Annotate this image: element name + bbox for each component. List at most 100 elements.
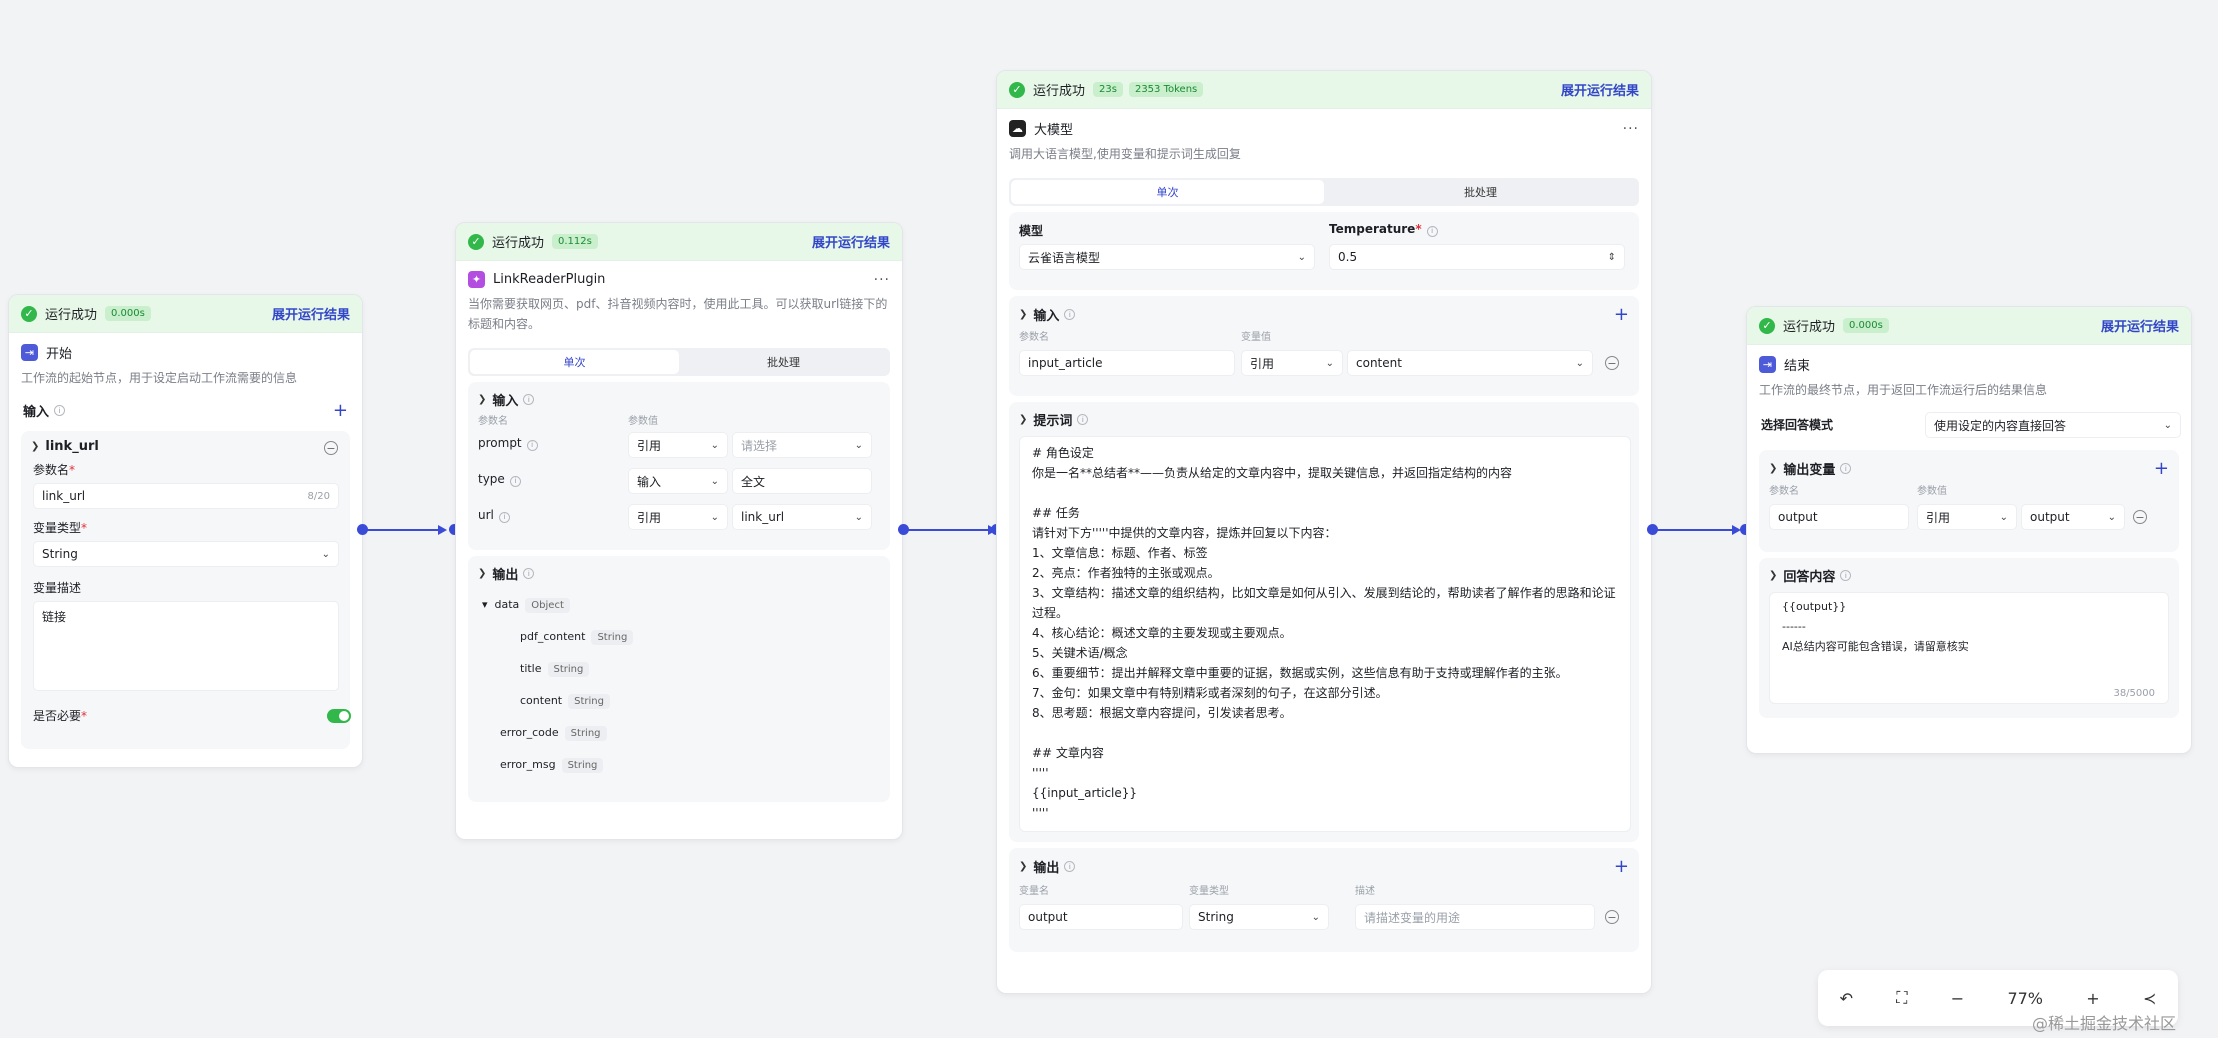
watermark: @稀土掘金技术社区	[2032, 1014, 2177, 1033]
source-select[interactable]: 引用 ⌄	[1241, 350, 1343, 376]
source-select[interactable]: 输入 ⌄	[628, 468, 728, 494]
llm-node[interactable]: ✓ 运行成功 23s 2353 Tokens 展开运行结果 ☁ 大模型 ··· …	[996, 70, 1652, 994]
param-name: url	[478, 508, 494, 522]
chevron-down-icon[interactable]: ❯	[1019, 414, 1027, 425]
output-section: ❯ 输出 i + 变量名 变量类型 描述 output String ⌄ 请描述变…	[1009, 848, 1639, 952]
value-input[interactable]: 全文	[732, 468, 872, 494]
var-desc-textarea[interactable]: 链接	[33, 601, 339, 691]
mode-tabs: 单次 批处理	[468, 348, 890, 376]
temperature-input[interactable]: 0.5 ⇕	[1329, 244, 1625, 270]
start-node[interactable]: ✓ 运行成功 0.000s 展开运行结果 ⇥ 开始 工作流的起始节点，用于设定启…	[8, 294, 363, 768]
input-section: ❯ 输入 i 参数名 参数值 prompt i 引用 ⌄ 请选择 ⌄ type i 输入…	[468, 382, 890, 550]
tab-single[interactable]: 单次	[1011, 180, 1324, 204]
input-section: ❯ 输入 i + 参数名 变量值 input_article 引用 ⌄ conte…	[1009, 296, 1639, 396]
output-tree-item: pdf_content String	[520, 630, 634, 645]
plugin-node[interactable]: ✓ 运行成功 0.112s 展开运行结果 ✦ LinkReaderPlugin …	[455, 222, 903, 840]
connection-edge	[366, 529, 442, 531]
answer-mode-select[interactable]: 使用设定的内容直接回答 ⌄	[1925, 412, 2181, 438]
output-var-section: ❯ 输出变量 i + 参数名 参数值 output 引用 ⌄ output ⌄ −	[1759, 450, 2179, 552]
more-icon[interactable]: ···	[1623, 121, 1639, 137]
success-check-icon: ✓	[1759, 317, 1775, 334]
input-section-label: 输入	[23, 405, 50, 420]
undo-icon[interactable]: ↶	[1840, 989, 1853, 1008]
stepper-icon[interactable]: ⇕	[1608, 252, 1616, 263]
source-select[interactable]: 引用 ⌄	[628, 432, 728, 458]
remove-input-button[interactable]: −	[1605, 356, 1619, 370]
param-name: type	[478, 472, 505, 486]
zoom-in-icon[interactable]: +	[2086, 989, 2099, 1008]
node-title: 大模型	[1034, 123, 1074, 138]
var-type-select[interactable]: String ⌄	[33, 541, 339, 567]
node-description: 工作流的最终节点，用于返回工作流运行后的结果信息	[1759, 383, 2048, 397]
chevron-down-icon[interactable]: ❯	[31, 441, 39, 452]
value-select[interactable]: content ⌄	[1347, 350, 1593, 376]
run-time-tag: 0.000s	[105, 306, 151, 321]
expand-result-link[interactable]: 展开运行结果	[812, 232, 890, 251]
model-select[interactable]: 云雀语言模型 ⌄	[1019, 244, 1315, 270]
output-name-input[interactable]: output	[1769, 504, 1909, 530]
chevron-down-icon[interactable]: ❯	[1019, 861, 1027, 872]
remove-variable-button[interactable]: −	[324, 441, 338, 455]
output-tree-item: content String	[520, 694, 610, 709]
info-icon: i	[1840, 463, 1852, 474]
char-count: 8/20	[307, 490, 330, 502]
output-type-select[interactable]: String ⌄	[1189, 904, 1329, 930]
answer-mode-label: 选择回答模式	[1761, 418, 1834, 432]
node-description: 工作流的起始节点，用于设定启动工作流需要的信息	[21, 371, 298, 385]
run-time-tag: 0.112s	[552, 234, 598, 249]
answer-editor[interactable]: {{output}} ------ AI总结内容可能包含错误，请留意核实	[1769, 592, 2169, 704]
add-output-button[interactable]: +	[1614, 856, 1629, 877]
source-select[interactable]: 引用 ⌄	[628, 504, 728, 530]
variable-card: ❯ link_url − 参数名* link_url 8/20 变量类型* Str…	[21, 431, 351, 749]
chevron-down-icon[interactable]: ❯	[1769, 570, 1777, 581]
chevron-down-icon[interactable]: ❯	[1019, 309, 1027, 320]
output-name-input[interactable]: output	[1019, 904, 1183, 930]
var-desc-label: 变量描述	[33, 581, 82, 595]
run-status-text: 运行成功	[45, 308, 98, 323]
fit-view-icon[interactable]: ⛶	[1896, 988, 1907, 1008]
run-time-tag: 0.000s	[1843, 318, 1889, 333]
success-check-icon: ✓	[21, 305, 37, 322]
expand-result-link[interactable]: 展开运行结果	[272, 304, 350, 323]
remove-output-button[interactable]: −	[2133, 510, 2147, 524]
add-input-button[interactable]: +	[333, 400, 348, 421]
collapse-icon[interactable]: ≺	[2143, 989, 2156, 1008]
tab-batch[interactable]: 批处理	[1324, 180, 1637, 204]
info-icon: i	[1064, 309, 1076, 320]
tab-single[interactable]: 单次	[470, 350, 679, 374]
required-toggle[interactable]	[327, 709, 351, 723]
model-label: 模型	[1019, 224, 1044, 238]
run-time-tag: 23s	[1093, 82, 1123, 97]
var-type-label: 变量类型	[33, 521, 82, 535]
add-input-button[interactable]: +	[1614, 304, 1629, 325]
expand-result-link[interactable]: 展开运行结果	[1561, 80, 1639, 99]
info-icon: i	[523, 394, 535, 405]
chevron-down-icon[interactable]: ❯	[478, 394, 486, 405]
param-name-input[interactable]: link_url 8/20	[33, 483, 339, 509]
prompt-editor[interactable]: # 角色设定 你是一名**总结者**——负责从给定的文章内容中，提取关键信息，并…	[1019, 436, 1631, 832]
value-select[interactable]: link_url ⌄	[732, 504, 872, 530]
success-check-icon: ✓	[1009, 81, 1025, 98]
zoom-out-icon[interactable]: −	[1951, 989, 1964, 1008]
source-select[interactable]: 引用 ⌄	[1917, 504, 2017, 530]
output-desc-input[interactable]: 请描述变量的用途	[1355, 904, 1595, 930]
node-title: 开始	[46, 347, 73, 362]
run-status-bar: ✓ 运行成功 0.112s 展开运行结果	[456, 223, 902, 261]
chevron-down-icon[interactable]: ❯	[478, 568, 486, 579]
param-name-input[interactable]: input_article	[1019, 350, 1235, 376]
remove-output-button[interactable]: −	[1605, 910, 1619, 924]
col-header-name: 参数名	[478, 416, 508, 427]
info-icon: i	[523, 568, 535, 579]
value-select[interactable]: 请选择 ⌄	[732, 432, 872, 458]
answer-section: ❯ 回答内容 i {{output}} ------ AI总结内容可能包含错误，…	[1759, 558, 2179, 718]
info-icon: i	[1064, 861, 1076, 872]
end-node[interactable]: ✓ 运行成功 0.000s 展开运行结果 ⇥ 结束 工作流的最终节点，用于返回工…	[1746, 306, 2192, 754]
node-title: LinkReaderPlugin	[493, 272, 606, 287]
chevron-down-icon[interactable]: ❯	[1769, 463, 1777, 474]
value-select[interactable]: output ⌄	[2021, 504, 2125, 530]
tab-batch[interactable]: 批处理	[679, 350, 888, 374]
info-icon: i	[54, 405, 66, 416]
add-output-button[interactable]: +	[2154, 458, 2169, 479]
expand-result-link[interactable]: 展开运行结果	[2101, 316, 2179, 335]
more-icon[interactable]: ···	[874, 272, 890, 288]
